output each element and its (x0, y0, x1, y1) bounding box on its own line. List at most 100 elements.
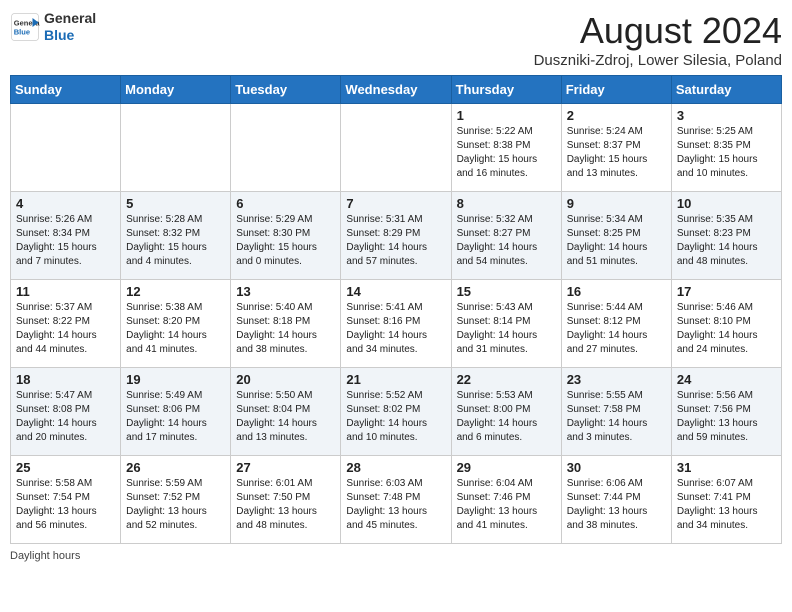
calendar-table: SundayMondayTuesdayWednesdayThursdayFrid… (10, 75, 782, 544)
logo-icon: General Blue (10, 12, 40, 42)
day-info: Sunrise: 6:06 AM Sunset: 7:44 PM Dayligh… (567, 477, 666, 533)
page-header: General Blue General Blue August 2024 Du… (10, 10, 782, 69)
day-info: Sunrise: 6:03 AM Sunset: 7:48 PM Dayligh… (346, 477, 445, 533)
day-info: Sunrise: 5:35 AM Sunset: 8:23 PM Dayligh… (677, 213, 776, 269)
calendar-week-row: 18 Sunrise: 5:47 AM Sunset: 8:08 PM Dayli… (11, 368, 782, 456)
day-number: 13 (236, 284, 335, 299)
day-number: 15 (457, 284, 556, 299)
day-number: 26 (126, 460, 225, 475)
calendar-day-cell: 9 Sunrise: 5:34 AM Sunset: 8:25 PM Daylig… (561, 192, 671, 280)
calendar-day-cell: 21 Sunrise: 5:52 AM Sunset: 8:02 PM Dayli… (341, 368, 451, 456)
calendar-day-cell: 3 Sunrise: 5:25 AM Sunset: 8:35 PM Daylig… (671, 104, 781, 192)
calendar-day-cell: 10 Sunrise: 5:35 AM Sunset: 8:23 PM Dayli… (671, 192, 781, 280)
calendar-day-header: Wednesday (341, 76, 451, 104)
footer-note: Daylight hours (10, 550, 782, 562)
day-number: 20 (236, 372, 335, 387)
day-number: 25 (16, 460, 115, 475)
day-number: 9 (567, 196, 666, 211)
calendar-week-row: 1Sunrise: 5:22 AM Sunset: 8:38 PM Daylig… (11, 104, 782, 192)
calendar-day-cell: 13 Sunrise: 5:40 AM Sunset: 8:18 PM Dayli… (231, 280, 341, 368)
day-number: 1 (457, 108, 556, 123)
calendar-day-cell: 2 Sunrise: 5:24 AM Sunset: 8:37 PM Daylig… (561, 104, 671, 192)
calendar-day-header: Sunday (11, 76, 121, 104)
calendar-week-row: 11 Sunrise: 5:37 AM Sunset: 8:22 PM Dayli… (11, 280, 782, 368)
day-info: Sunrise: 5:41 AM Sunset: 8:16 PM Dayligh… (346, 301, 445, 357)
day-info: Sunrise: 5:50 AM Sunset: 8:04 PM Dayligh… (236, 389, 335, 445)
day-info: Sunrise: 6:01 AM Sunset: 7:50 PM Dayligh… (236, 477, 335, 533)
day-number: 29 (457, 460, 556, 475)
day-number: 30 (567, 460, 666, 475)
day-info: Sunrise: 5:46 AM Sunset: 8:10 PM Dayligh… (677, 301, 776, 357)
logo-general: General (44, 10, 96, 26)
day-info: Sunrise: 5:56 AM Sunset: 7:56 PM Dayligh… (677, 389, 776, 445)
day-info: Sunrise: 5:47 AM Sunset: 8:08 PM Dayligh… (16, 389, 115, 445)
day-info: Sunrise: 5:37 AM Sunset: 8:22 PM Dayligh… (16, 301, 115, 357)
day-number: 18 (16, 372, 115, 387)
day-info: Sunrise: 5:34 AM Sunset: 8:25 PM Dayligh… (567, 213, 666, 269)
calendar-day-cell: 24 Sunrise: 5:56 AM Sunset: 7:56 PM Dayli… (671, 368, 781, 456)
day-info: Sunrise: 5:32 AM Sunset: 8:27 PM Dayligh… (457, 213, 556, 269)
day-info: Sunrise: 5:59 AM Sunset: 7:52 PM Dayligh… (126, 477, 225, 533)
calendar-day-header: Friday (561, 76, 671, 104)
day-number: 28 (346, 460, 445, 475)
calendar-day-cell: 17 Sunrise: 5:46 AM Sunset: 8:10 PM Dayli… (671, 280, 781, 368)
calendar-day-header: Saturday (671, 76, 781, 104)
calendar-day-cell: 19 Sunrise: 5:49 AM Sunset: 8:06 PM Dayli… (121, 368, 231, 456)
day-info: Sunrise: 5:44 AM Sunset: 8:12 PM Dayligh… (567, 301, 666, 357)
calendar-day-cell: 11 Sunrise: 5:37 AM Sunset: 8:22 PM Dayli… (11, 280, 121, 368)
day-number: 12 (126, 284, 225, 299)
day-info: Sunrise: 5:25 AM Sunset: 8:35 PM Dayligh… (677, 125, 776, 181)
logo-blue: Blue (44, 27, 74, 43)
calendar-day-header: Tuesday (231, 76, 341, 104)
day-info: Sunrise: 5:38 AM Sunset: 8:20 PM Dayligh… (126, 301, 225, 357)
calendar-day-cell: 29 Sunrise: 6:04 AM Sunset: 7:46 PM Dayli… (451, 456, 561, 544)
day-number: 21 (346, 372, 445, 387)
day-number: 7 (346, 196, 445, 211)
day-number: 17 (677, 284, 776, 299)
calendar-day-header: Monday (121, 76, 231, 104)
day-info: Sunrise: 5:24 AM Sunset: 8:37 PM Dayligh… (567, 125, 666, 181)
calendar-day-cell: 18 Sunrise: 5:47 AM Sunset: 8:08 PM Dayli… (11, 368, 121, 456)
calendar-day-cell: 27 Sunrise: 6:01 AM Sunset: 7:50 PM Dayli… (231, 456, 341, 544)
calendar-day-cell (231, 104, 341, 192)
day-number: 19 (126, 372, 225, 387)
svg-text:Blue: Blue (14, 27, 30, 36)
day-info: Sunrise: 6:04 AM Sunset: 7:46 PM Dayligh… (457, 477, 556, 533)
day-number: 24 (677, 372, 776, 387)
day-info: Sunrise: 5:26 AM Sunset: 8:34 PM Dayligh… (16, 213, 115, 269)
day-number: 6 (236, 196, 335, 211)
day-number: 4 (16, 196, 115, 211)
calendar-day-cell (341, 104, 451, 192)
day-info: Sunrise: 5:40 AM Sunset: 8:18 PM Dayligh… (236, 301, 335, 357)
day-info: Sunrise: 5:29 AM Sunset: 8:30 PM Dayligh… (236, 213, 335, 269)
day-number: 10 (677, 196, 776, 211)
day-number: 11 (16, 284, 115, 299)
day-info: Sunrise: 6:07 AM Sunset: 7:41 PM Dayligh… (677, 477, 776, 533)
calendar-day-cell: 6 Sunrise: 5:29 AM Sunset: 8:30 PM Daylig… (231, 192, 341, 280)
calendar-day-cell: 15Sunrise: 5:43 AM Sunset: 8:14 PM Dayli… (451, 280, 561, 368)
calendar-header-row: SundayMondayTuesdayWednesdayThursdayFrid… (11, 76, 782, 104)
day-info: Sunrise: 5:49 AM Sunset: 8:06 PM Dayligh… (126, 389, 225, 445)
calendar-day-cell: 31Sunrise: 6:07 AM Sunset: 7:41 PM Dayli… (671, 456, 781, 544)
calendar-day-cell (121, 104, 231, 192)
day-info: Sunrise: 5:58 AM Sunset: 7:54 PM Dayligh… (16, 477, 115, 533)
calendar-day-cell: 14Sunrise: 5:41 AM Sunset: 8:16 PM Dayli… (341, 280, 451, 368)
day-number: 2 (567, 108, 666, 123)
location-subtitle: Duszniki-Zdroj, Lower Silesia, Poland (534, 52, 782, 69)
calendar-day-cell: 28 Sunrise: 6:03 AM Sunset: 7:48 PM Dayli… (341, 456, 451, 544)
day-number: 8 (457, 196, 556, 211)
day-number: 27 (236, 460, 335, 475)
logo: General Blue General Blue (10, 10, 96, 44)
calendar-day-cell (11, 104, 121, 192)
day-info: Sunrise: 5:55 AM Sunset: 7:58 PM Dayligh… (567, 389, 666, 445)
day-info: Sunrise: 5:52 AM Sunset: 8:02 PM Dayligh… (346, 389, 445, 445)
calendar-day-cell: 26 Sunrise: 5:59 AM Sunset: 7:52 PM Dayli… (121, 456, 231, 544)
day-number: 23 (567, 372, 666, 387)
calendar-day-cell: 30 Sunrise: 6:06 AM Sunset: 7:44 PM Dayli… (561, 456, 671, 544)
calendar-day-cell: 7 Sunrise: 5:31 AM Sunset: 8:29 PM Daylig… (341, 192, 451, 280)
day-number: 3 (677, 108, 776, 123)
calendar-day-cell: 12 Sunrise: 5:38 AM Sunset: 8:20 PM Dayli… (121, 280, 231, 368)
day-info: Sunrise: 5:31 AM Sunset: 8:29 PM Dayligh… (346, 213, 445, 269)
month-year: August 2024 (534, 10, 782, 52)
calendar-day-cell: 1Sunrise: 5:22 AM Sunset: 8:38 PM Daylig… (451, 104, 561, 192)
